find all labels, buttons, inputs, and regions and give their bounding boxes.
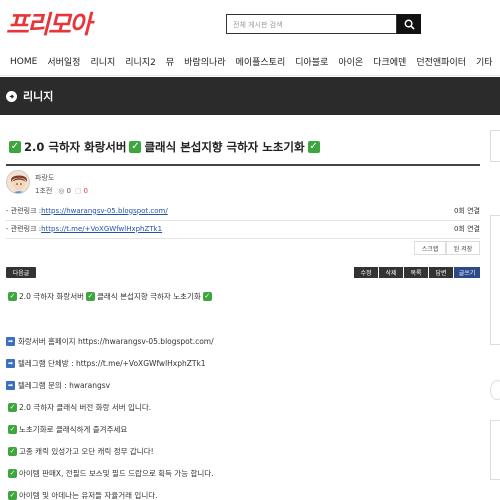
check-mark-icon: ✓: [8, 491, 17, 500]
check-mark-icon: ✓: [8, 292, 17, 301]
comment-icon: ▢: [74, 187, 82, 195]
save-button[interactable]: 된 저장: [446, 241, 480, 255]
search-icon: [404, 19, 415, 30]
link-count: 0회 연결: [454, 206, 480, 215]
nav-item-lineage2[interactable]: 리니지2: [125, 55, 156, 68]
check-mark-icon: ✓: [9, 141, 21, 153]
check-mark-icon: ✓: [8, 403, 17, 412]
arrow-right-icon: ➡: [6, 337, 15, 346]
body-line: ✓ 노초기화로 클래식하게 즐겨주세요: [8, 425, 128, 434]
nav-item-schedule[interactable]: 서버일정: [47, 55, 80, 68]
list-button[interactable]: 목록: [404, 267, 428, 278]
check-mark-icon: ✓: [8, 447, 17, 456]
check-mark-icon: ✓: [129, 141, 142, 153]
post-meta: 1초전 ◎ 0 ▢ 0: [35, 186, 88, 196]
body-line: ✓ 2.0 극하자 클래식 버전 화랑 서버 입니다.: [8, 403, 152, 412]
site-header: 프리 모아 전체 게시판 검색: [0, 0, 500, 45]
body-line: ➡ 텔레그램 문의 : hwarangsv: [6, 381, 111, 390]
check-mark-icon: ✓: [202, 292, 212, 301]
nav-item-darkeden[interactable]: 다크에덴: [373, 55, 406, 68]
post-title: ✓ 2.0 극하자 화랑서버 ✓ 클래식 본섭지향 극하자 노초기화 ✓: [9, 140, 320, 154]
sidebar-round-button[interactable]: [490, 380, 500, 400]
body-line: ✓ 아이템 및 아데나는 유저들 자율거래 입니다.: [8, 491, 158, 500]
related-link[interactable]: https://t.me/+VoXGWfwlHxphZTk1: [41, 225, 162, 233]
nav-item-home[interactable]: HOME: [10, 57, 37, 67]
nav-item-mu[interactable]: 뮤: [166, 55, 174, 68]
arrow-right-icon: ➡: [6, 381, 15, 390]
nav-item-dnf[interactable]: 던전앤파이터: [416, 55, 466, 68]
sidebar-widget: [490, 420, 500, 480]
check-mark-icon: ✓: [8, 469, 17, 478]
title-divider: [6, 164, 480, 166]
nav-item-maplestory[interactable]: 메이플스토리: [236, 55, 286, 68]
edit-button[interactable]: 수정: [354, 267, 378, 278]
scrap-button[interactable]: 스크랩: [414, 241, 446, 255]
write-button[interactable]: 글쓰기: [454, 267, 480, 278]
comment-count: 0: [83, 187, 89, 195]
nav-item-aion[interactable]: 아이온: [338, 55, 363, 68]
nav-item-lineage[interactable]: 리니지: [90, 55, 115, 68]
view-count: 0: [66, 187, 71, 195]
board-title-band: 리니지: [0, 77, 500, 115]
reply-button[interactable]: 답변: [429, 267, 453, 278]
eye-icon: ◎: [58, 187, 65, 195]
link-count: 0회 연결: [454, 224, 480, 233]
right-sidebar: [486, 115, 500, 500]
nav-item-diablo[interactable]: 디아블로: [295, 55, 328, 68]
site-logo[interactable]: 프리 모아: [6, 6, 92, 40]
search-input[interactable]: 전체 게시판 검색: [226, 14, 397, 34]
check-mark-icon: ✓: [86, 292, 95, 301]
post-view: ✓ 2.0 극하자 화랑서버 ✓ 클래식 본섭지향 극하자 노초기화 ✓ 파랑도…: [0, 115, 486, 500]
related-link-row: - 관련링크 : https://hwarangsv-05.blogspot.c…: [6, 201, 480, 221]
post-time: 1초전: [35, 187, 53, 195]
body-line: ➡ 텔레그램 단체방 : https://t.me/+VoXGWfwlHxphZ…: [6, 359, 206, 368]
main-nav: HOME 서버일정 리니지 리니지2 뮤 바람의나라 메이플스토리 디아블로 아…: [0, 48, 500, 76]
body-line: ✓ 2.0 극하자 화랑서버 ✓ 클래식 본섭지향 극하자 노초기화 ✓: [8, 292, 212, 301]
delete-button[interactable]: 삭제: [379, 267, 403, 278]
body-line: ➡ 화랑서버 홈페이지 https://hwarangsv-05.blogspo…: [6, 337, 214, 346]
related-link-row: - 관련링크 : https://t.me/+VoXGWfwlHxphZTk1 …: [6, 219, 480, 239]
author-avatar[interactable]: [6, 170, 30, 194]
related-link[interactable]: https://hwarangsv-05.blogspot.com/: [41, 207, 168, 215]
nav-item-etc[interactable]: 기타: [476, 55, 493, 68]
board-title: 리니지: [23, 90, 54, 103]
check-mark-icon: ✓: [8, 425, 17, 434]
arrow-right-icon: ➡: [6, 359, 15, 368]
body-line: ✓ 고종 캐릭 있성가고 오단 캐릭 정무 갑니다!: [8, 447, 154, 456]
nav-item-baram[interactable]: 바람의나라: [184, 55, 225, 68]
next-post-button[interactable]: 다음글: [6, 267, 36, 278]
search-button[interactable]: [397, 14, 421, 34]
arrow-right-circle-icon: [6, 90, 17, 102]
check-mark-icon: ✓: [307, 141, 320, 153]
body-line: ✓ 아이템 판매X, 전필드 보스및 필드 드랍으로 획득 가능 합니다.: [8, 469, 214, 478]
sidebar-widget: [490, 215, 500, 345]
author-name[interactable]: 파랑도: [35, 173, 54, 183]
sidebar-widget: [490, 130, 500, 162]
